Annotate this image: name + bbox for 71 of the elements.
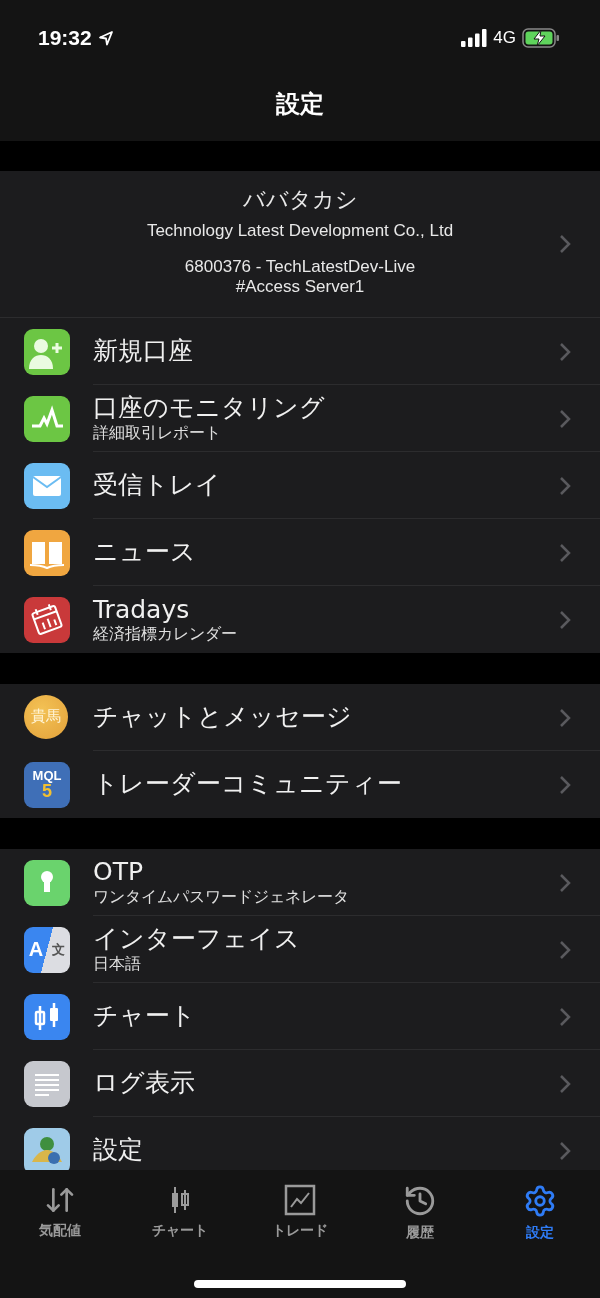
chevron-icon (558, 1006, 572, 1027)
menu-row[interactable]: Tradays 経済指標カレンダー (0, 586, 600, 653)
location-arrow-icon (97, 30, 114, 46)
chevron-icon (558, 341, 572, 362)
text-lines-icon (24, 1060, 70, 1107)
chevron-icon (558, 774, 572, 795)
battery-charging-icon (522, 28, 560, 48)
calendar-icon (24, 596, 70, 643)
row-label: トレーダーコミュニティー (93, 770, 403, 799)
row-label: ニュース (93, 537, 197, 567)
row-label: OTP (93, 858, 145, 887)
book-icon (24, 529, 70, 576)
menu-row[interactable]: ニュース (0, 519, 600, 586)
tab[interactable]: 設定 (490, 1180, 590, 1246)
avatar: 貴馬 (24, 694, 68, 739)
translate-icon: A 文 (24, 926, 70, 973)
server-name: #Access Server1 (235, 277, 365, 297)
row-label: 設定 (93, 1136, 144, 1165)
app-logo-icon (24, 1127, 70, 1170)
chevron-icon (558, 1140, 572, 1161)
row-label: チャート (93, 1001, 197, 1031)
status-time: 19:32 (38, 26, 92, 50)
chevron-icon (558, 408, 572, 429)
chevron-icon (558, 609, 572, 630)
chevron-icon (558, 234, 572, 254)
menu-row[interactable]: 受信トレイ (0, 452, 600, 519)
mail-icon (24, 462, 70, 509)
row-label: チャットとメッセージ (93, 702, 353, 732)
menu-row[interactable]: 新規口座 (0, 318, 600, 385)
history-icon (403, 1184, 437, 1218)
chevron-icon (558, 707, 572, 728)
menu-row[interactable]: OTP ワンタイムパスワードジェネレータ (0, 849, 600, 916)
row-label: ログ表示 (93, 1068, 196, 1098)
row-label: インターフェイス (93, 925, 301, 954)
candlestick-icon (24, 993, 70, 1040)
row-label: 受信トレイ (93, 470, 222, 500)
settings-icon (523, 1184, 557, 1218)
menu-row[interactable]: A 文 インターフェイス 日本語 (0, 916, 600, 983)
network-type: 4G (493, 28, 516, 48)
chevron-icon (558, 1073, 572, 1094)
menu-row[interactable]: 貴馬 チャットとメッセージ (0, 684, 600, 751)
row-label: 新規口座 (93, 336, 194, 366)
tab[interactable]: チャート (130, 1180, 230, 1246)
account-name: ババタカシ (242, 186, 358, 214)
mql-logo: MQL 5 (24, 761, 70, 808)
company-name: Technology Latest Development Co., Ltd (146, 221, 454, 241)
add-user-icon (24, 328, 70, 375)
account-number: 6800376 - TechLatestDev-Live (184, 257, 416, 277)
row-subtitle: 詳細取引レポート (93, 422, 222, 442)
pulse-chart-icon (24, 395, 70, 442)
menu-row[interactable]: ログ表示 (0, 1050, 600, 1117)
row-label: Tradays (93, 595, 191, 625)
chevron-icon (558, 542, 572, 563)
menu-row[interactable]: 口座のモニタリング 詳細取引レポート (0, 385, 600, 452)
row-subtitle: 経済指標カレンダー (93, 624, 238, 644)
row-subtitle: 日本語 (93, 953, 142, 973)
page-title: 設定 (276, 88, 324, 120)
menu-row[interactable]: MQL 5 トレーダーコミュニティー (0, 751, 600, 818)
chevron-icon (558, 939, 572, 960)
chevron-icon (558, 475, 572, 496)
account-card[interactable]: ババタカシ Technology Latest Development Co., Ltd 6800376 - TechLatestDev-Live #Access Server1 (0, 171, 600, 318)
row-label: 口座のモニタリング (93, 394, 326, 423)
tab[interactable]: 気配値 (10, 1180, 110, 1246)
tab[interactable]: トレード (250, 1180, 350, 1246)
chevron-icon (558, 872, 572, 893)
line-chart-icon (284, 1184, 316, 1216)
tab[interactable]: 履歴 (370, 1180, 470, 1246)
keyhole-icon (24, 859, 70, 906)
row-subtitle: ワンタイムパスワードジェネレータ (93, 886, 350, 906)
signal-icon (461, 29, 488, 47)
menu-row[interactable]: チャート (0, 983, 600, 1050)
